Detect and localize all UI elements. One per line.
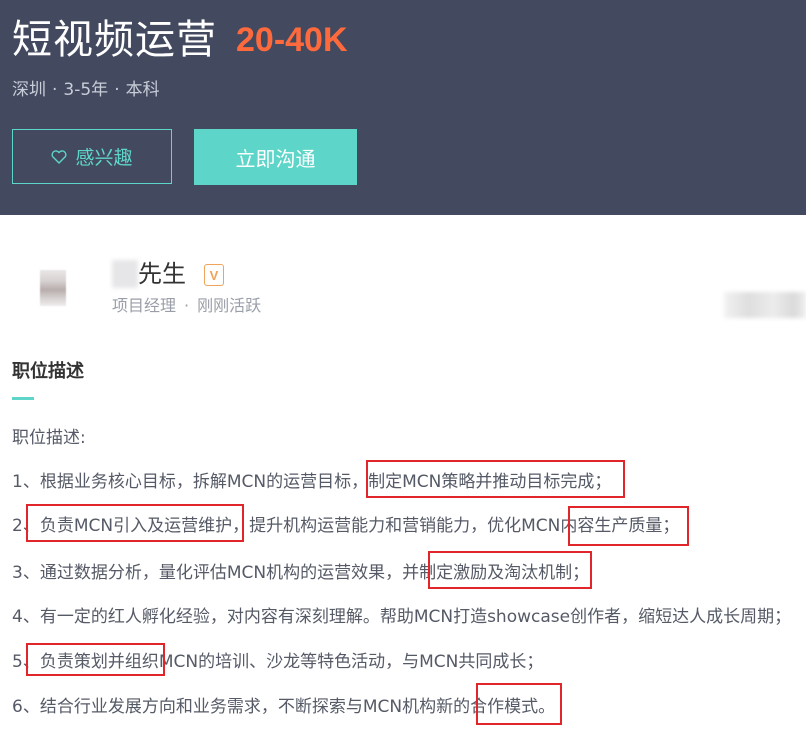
job-title: 短视频运营 <box>12 17 217 63</box>
description-item: 6、结合行业发展方向和业务需求，不断探索与MCN机构新的合作模式。 <box>12 697 556 717</box>
company-redaction <box>724 292 806 318</box>
chat-label: 立即沟通 <box>235 146 316 171</box>
interest-button[interactable]: 感兴趣 <box>12 129 172 184</box>
job-education: 本科 <box>125 80 160 100</box>
recruiter-status: 刚刚活跃 <box>197 296 262 315</box>
chat-button[interactable]: 立即沟通 <box>194 129 357 185</box>
section-title: 职位描述 <box>12 361 84 382</box>
job-experience: 3-5年 <box>63 80 109 100</box>
salary: 20-40K <box>236 21 348 59</box>
role-separator: · <box>184 296 190 315</box>
avatar[interactable] <box>40 270 66 306</box>
verified-badge-icon: V <box>204 264 224 286</box>
job-location: 深圳 <box>12 80 46 100</box>
meta-separator: · <box>114 80 120 100</box>
name-redaction <box>112 260 138 288</box>
recruiter-title: 项目经理 <box>112 296 177 315</box>
description-heading: 职位描述: <box>12 428 86 448</box>
description-item: 3、通过数据分析，量化评估MCN机构的运营效果，并制定激励及淘汰机制； <box>12 563 590 583</box>
heart-outline-icon <box>51 149 67 164</box>
description-item: 5、负责策划并组织MCN的培训、沙龙等特色活动，与MCN共同成长； <box>12 652 544 672</box>
interest-label: 感兴趣 <box>75 147 133 169</box>
description-item: 2、负责MCN引入及运营维护，提升机构运营能力和营销能力，优化MCN内容生产质量… <box>12 516 680 536</box>
job-meta: 深圳 · 3-5年 · 本科 <box>12 78 160 102</box>
recruiter-role: 项目经理 · 刚刚活跃 <box>112 295 261 317</box>
description-item: 1、根据业务核心目标，拆解MCN的运营目标，制定MCN策略并推动目标完成； <box>12 472 612 492</box>
description-item: 4、有一定的红人孵化经验，对内容有深刻理解。帮助MCN打造showcase创作者… <box>12 607 792 627</box>
job-header: 短视频运营 20-40K 深圳 · 3-5年 · 本科 感兴趣 立即沟通 <box>0 0 806 215</box>
recruiter-name: 先生 <box>138 260 186 288</box>
meta-separator: · <box>52 80 58 100</box>
section-underline <box>12 397 34 400</box>
